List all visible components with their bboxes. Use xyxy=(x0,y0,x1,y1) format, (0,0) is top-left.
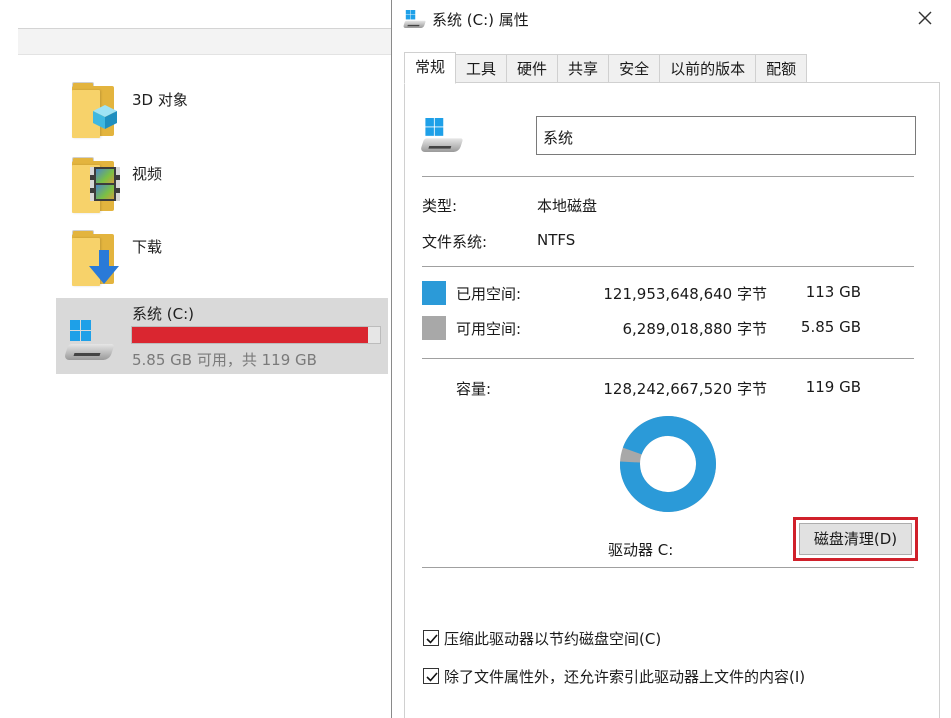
drive-c-item[interactable]: 系统 (C:) 5.85 GB 可用，共 119 GB xyxy=(56,298,388,374)
type-label: 类型: xyxy=(422,197,458,215)
separator-2 xyxy=(422,266,914,267)
free-space-bytes: 6,289,018,880 字节 xyxy=(622,320,767,338)
used-space-bytes: 121,953,648,640 字节 xyxy=(603,285,767,303)
donut-used-segment xyxy=(620,416,716,512)
free-space-size: 5.85 GB xyxy=(800,318,861,336)
close-icon[interactable] xyxy=(913,6,937,30)
general-tab-panel xyxy=(404,82,940,718)
usage-donut-chart xyxy=(620,416,716,512)
drive-name-input[interactable] xyxy=(536,116,916,155)
free-space-swatch xyxy=(422,316,446,340)
used-space-size: 113 GB xyxy=(805,283,861,301)
free-space-label: 可用空间: xyxy=(456,320,522,338)
disk-cleanup-highlight: 磁盘清理(D) xyxy=(793,517,918,561)
dialog-title: 系统 (C:) 属性 xyxy=(432,11,529,29)
file-system-label: 文件系统: xyxy=(422,233,488,251)
windows-logo-icon xyxy=(70,320,92,342)
drive-c-label: 系统 (C:) xyxy=(132,305,194,323)
tab-quota[interactable]: 配额 xyxy=(756,54,808,84)
drive-properties-dialog: 系统 (C:) 属性 常规 工具 硬件 共享 安全 以前的版本 配额 xyxy=(391,0,951,718)
index-checkbox[interactable] xyxy=(423,668,439,684)
address-strip xyxy=(18,29,392,55)
3d-objects-label[interactable]: 3D 对象 xyxy=(132,89,188,110)
tab-previous-versions[interactable]: 以前的版本 xyxy=(660,54,757,84)
capacity-label: 容量: xyxy=(456,380,492,398)
3d-objects-folder-icon[interactable] xyxy=(70,80,120,140)
tab-general[interactable]: 常规 xyxy=(404,52,457,84)
cube-icon xyxy=(93,105,117,129)
tab-security[interactable]: 安全 xyxy=(609,54,661,84)
downloads-label[interactable]: 下载 xyxy=(132,236,162,257)
file-explorer-pane: 3D 对象 视频 下载 系统 (C:) 5.85 GB 可用，共 119 GB xyxy=(0,0,392,718)
capacity-bytes: 128,242,667,520 字节 xyxy=(603,380,767,398)
videos-label[interactable]: 视频 xyxy=(132,163,162,184)
drive-icon xyxy=(63,320,115,360)
tab-hardware[interactable]: 硬件 xyxy=(507,54,559,84)
type-value: 本地磁盘 xyxy=(537,197,598,215)
checkmark-icon xyxy=(426,634,438,644)
used-space-swatch xyxy=(422,281,446,305)
drive-free-text: 5.85 GB 可用，共 119 GB xyxy=(132,351,317,369)
dialog-title-bar[interactable]: 系统 (C:) 属性 xyxy=(392,0,951,38)
file-system-value: NTFS xyxy=(537,231,576,249)
film-strip-icon xyxy=(90,167,120,201)
capacity-size: 119 GB xyxy=(805,378,861,396)
panel-drive-icon xyxy=(419,118,464,152)
tab-tools[interactable]: 工具 xyxy=(456,54,508,84)
downloads-folder-icon[interactable] xyxy=(70,228,120,288)
tab-sharing[interactable]: 共享 xyxy=(558,54,610,84)
disk-cleanup-button[interactable]: 磁盘清理(D) xyxy=(799,523,912,555)
drive-usage-bar xyxy=(131,326,381,344)
tab-strip: 常规 工具 硬件 共享 安全 以前的版本 配额 xyxy=(404,52,808,84)
index-option-label[interactable]: 除了文件属性外，还允许索引此驱动器上文件的内容(I) xyxy=(444,666,805,687)
used-space-label: 已用空间: xyxy=(456,285,522,303)
checkmark-icon xyxy=(426,672,438,682)
compress-checkbox[interactable] xyxy=(423,630,439,646)
separator-3 xyxy=(422,358,914,359)
drive-usage-fill xyxy=(132,327,368,343)
download-arrow-icon xyxy=(89,250,119,284)
separator-4 xyxy=(422,567,914,568)
separator-1 xyxy=(422,176,914,177)
title-drive-icon xyxy=(402,10,426,28)
drive-caption: 驱动器 C: xyxy=(608,541,674,559)
videos-folder-icon[interactable] xyxy=(70,155,120,215)
compress-option-label[interactable]: 压缩此驱动器以节约磁盘空间(C) xyxy=(444,628,661,649)
